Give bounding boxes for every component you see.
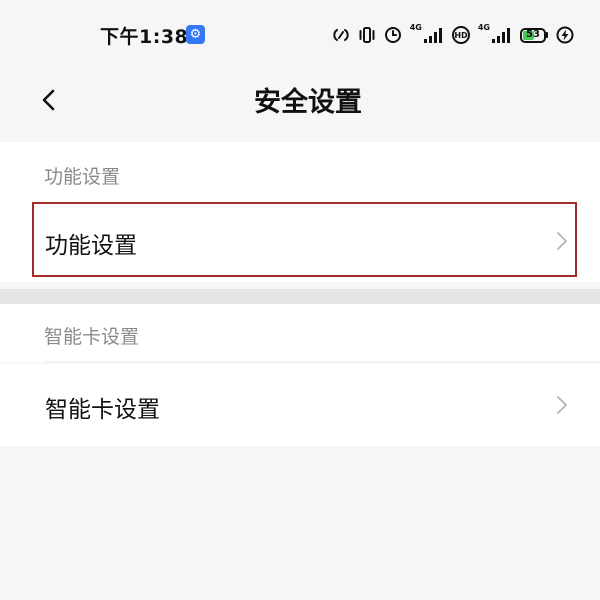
signal-icon: [492, 28, 510, 43]
chevron-right-icon: [557, 396, 567, 414]
section-label: 功能设置: [44, 166, 121, 188]
section-divider: [0, 289, 600, 304]
battery-level: 53: [526, 28, 540, 40]
battery-icon: 53: [520, 27, 548, 43]
alarm-icon: [384, 27, 401, 43]
svg-text:HD: HD: [454, 31, 468, 40]
list-item-function-settings[interactable]: 功能设置: [0, 200, 600, 282]
hd-icon: HD: [451, 26, 470, 44]
status-bar: 下午1:38 ⚙ 4G HD 4G 53: [0, 0, 600, 70]
list-item-label: 功能设置: [45, 233, 137, 259]
status-time: 下午1:38: [100, 26, 189, 48]
status-icons: 4G HD 4G 53: [332, 22, 574, 48]
list-item-label: 智能卡设置: [45, 397, 160, 423]
chevron-right-icon: [557, 232, 567, 250]
network-type-label: 4G: [477, 23, 490, 32]
nfc-icon: [333, 29, 349, 41]
divider: [44, 361, 600, 362]
signal-icon: [423, 28, 442, 43]
header: 安全设置: [0, 70, 600, 142]
page-title: 安全设置: [254, 87, 362, 118]
settings-app-icon: ⚙: [186, 25, 205, 44]
charging-icon: [556, 26, 574, 44]
network-type-label: 4G: [409, 23, 422, 32]
vibrate-icon: [359, 27, 375, 43]
section-header-smart-card: 智能卡设置: [0, 304, 600, 362]
section-header-function: 功能设置: [0, 142, 600, 200]
section-label: 智能卡设置: [44, 326, 140, 348]
screen: 下午1:38 ⚙ 4G HD 4G 53 安全设置 功能设置 功能设置 智能卡设…: [0, 0, 600, 600]
list-item-smart-card-settings[interactable]: 智能卡设置: [0, 364, 600, 446]
